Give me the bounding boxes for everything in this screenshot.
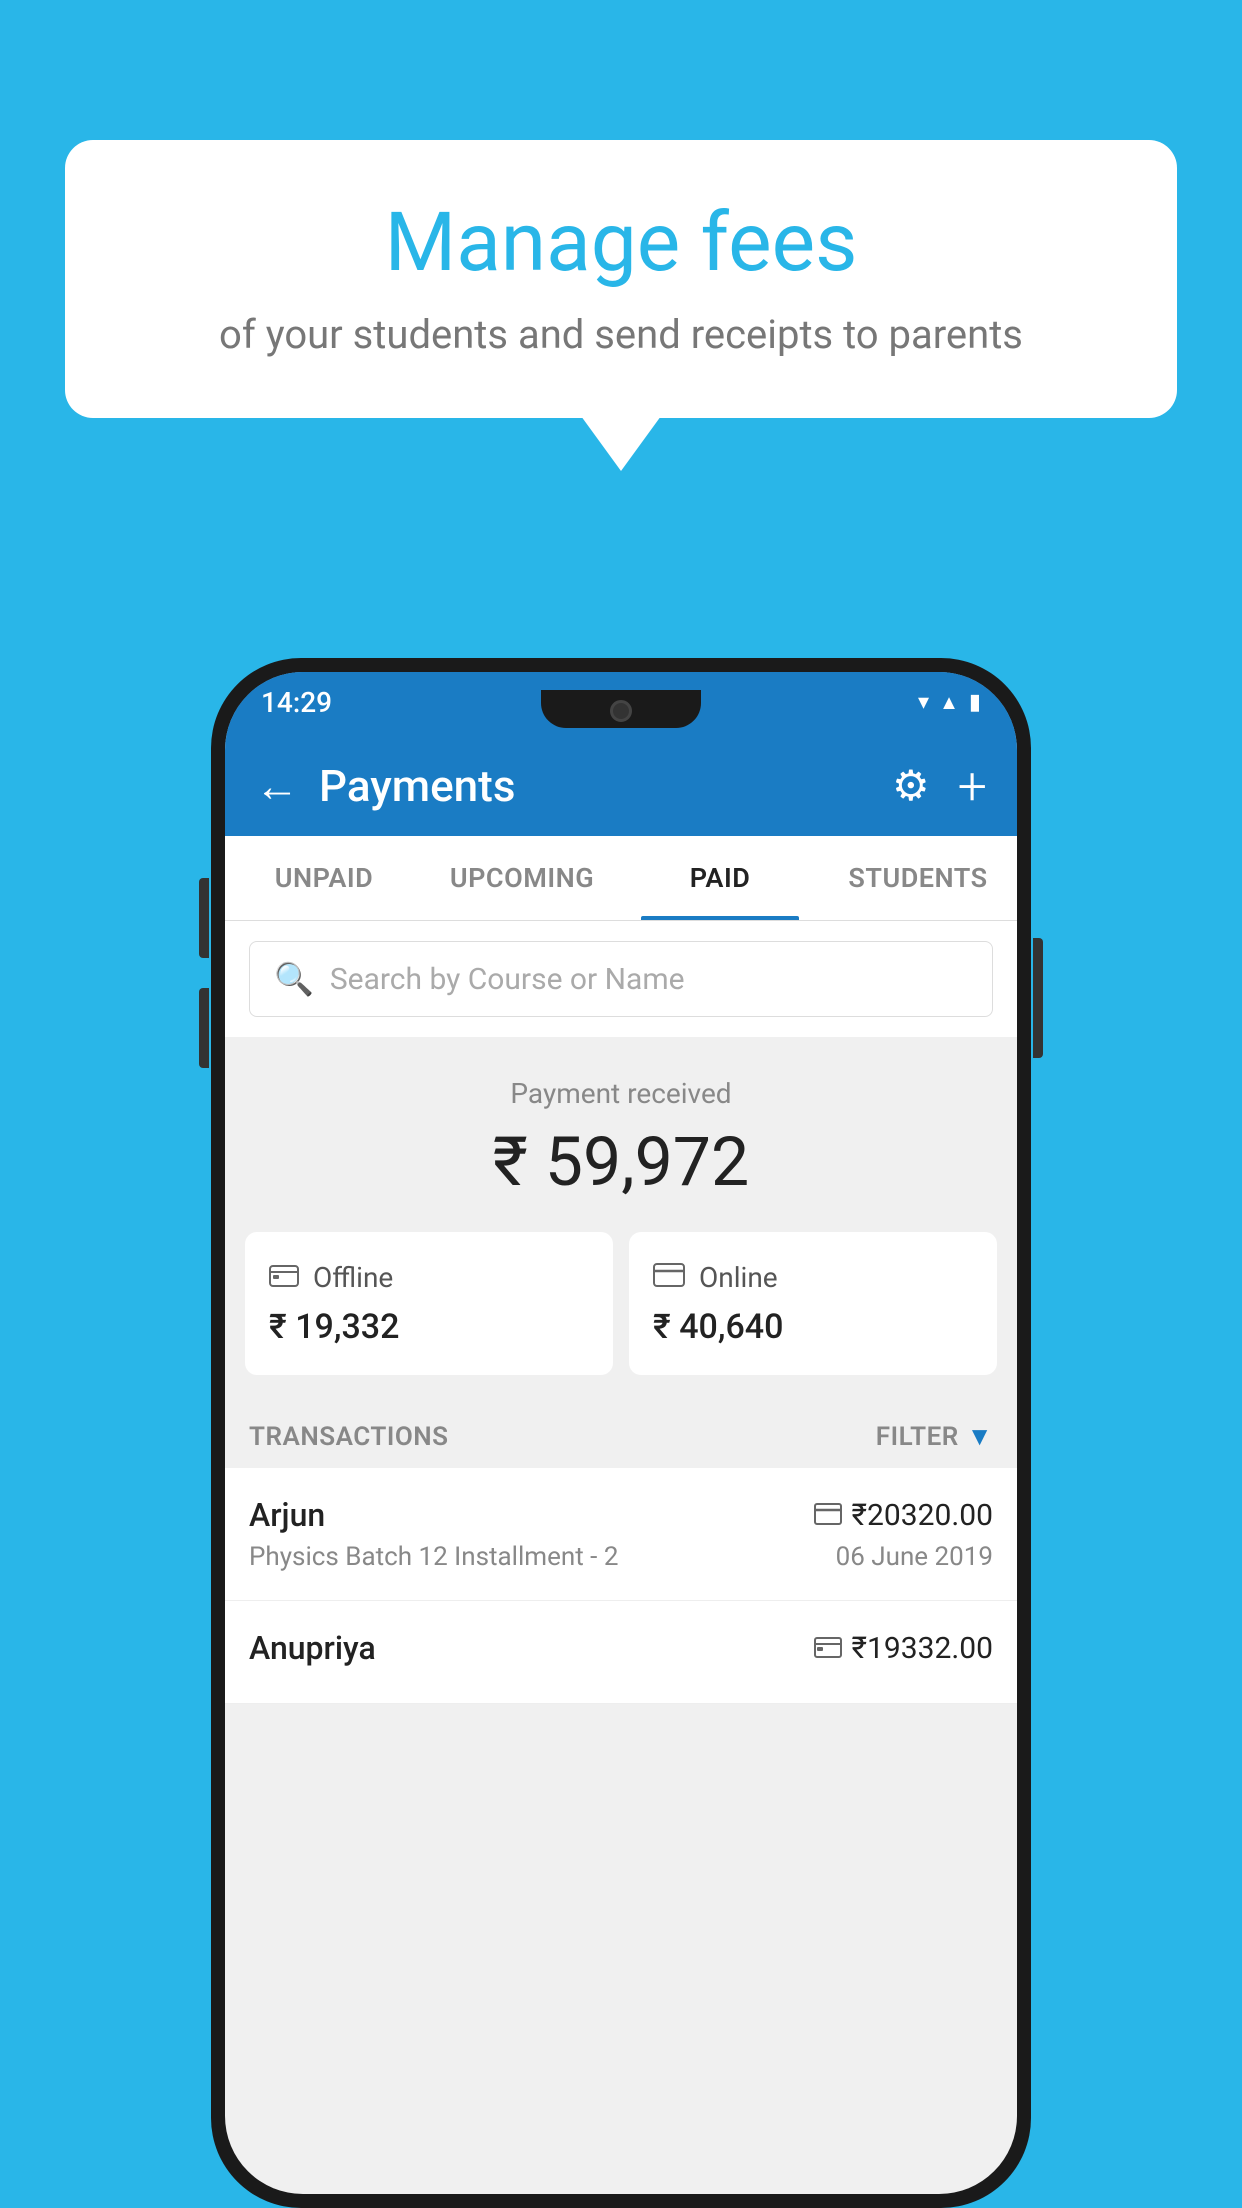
phone-screen: 14:29 ▾ ▲ ▮ ← Payments [225,672,1017,2194]
phone-volume-down-button [199,988,209,1068]
payment-received-section: Payment received ₹ 59,972 [225,1037,1017,1232]
payment-received-amount: ₹ 59,972 [245,1122,997,1202]
offline-card-header: Offline [269,1260,589,1295]
search-container: 🔍 Search by Course or Name [225,921,1017,1037]
header-title: Payments [319,760,515,812]
cards-row: Offline ₹ 19,332 Online ₹ 40,640 [225,1232,1017,1405]
tabs-container: UNPAID UPCOMING PAID STUDENTS [225,836,1017,921]
transaction-amount-row-1: ₹20320.00 [814,1498,993,1533]
search-input[interactable]: Search by Course or Name [330,962,685,997]
offline-icon [269,1260,299,1295]
offline-label: Offline [313,1261,393,1294]
transaction-row[interactable]: Arjun ₹20320.00 Physics Batch 12 Install… [225,1468,1017,1601]
transaction-name-1: Arjun [249,1496,325,1534]
wifi-icon: ▾ [918,690,929,715]
filter-label: FILTER [876,1422,959,1452]
transaction-bottom-1: Physics Batch 12 Installment - 2 06 June… [249,1542,993,1572]
transaction-name-2: Anupriya [249,1629,376,1667]
phone-power-button [1033,938,1043,1058]
speech-bubble-subtitle: of your students and send receipts to pa… [125,311,1117,358]
signal-icon: ▲ [939,690,959,715]
tab-paid[interactable]: PAID [621,836,819,920]
transaction-top-1: Arjun ₹20320.00 [249,1496,993,1534]
speech-bubble-arrow [581,416,661,471]
online-amount: ₹ 40,640 [653,1307,973,1347]
transactions-header: TRANSACTIONS FILTER ▼ [225,1405,1017,1468]
filter-button[interactable]: FILTER ▼ [876,1421,993,1452]
transaction-card-icon-1 [814,1499,842,1532]
online-icon [653,1260,685,1295]
transactions-label: TRANSACTIONS [249,1422,449,1452]
speech-bubble-title: Manage fees [125,195,1117,291]
header-left: ← Payments [255,760,515,812]
online-card: Online ₹ 40,640 [629,1232,997,1375]
tab-unpaid[interactable]: UNPAID [225,836,423,920]
phone-volume-up-button [199,878,209,958]
phone-camera [610,700,632,722]
transaction-amount-1: ₹20320.00 [852,1498,993,1533]
header-right: ⚙ + [892,756,987,817]
search-icon: 🔍 [274,960,314,998]
offline-amount: ₹ 19,332 [269,1307,589,1347]
online-card-header: Online [653,1260,973,1295]
tab-upcoming[interactable]: UPCOMING [423,836,621,920]
transaction-amount-2: ₹19332.00 [852,1631,993,1666]
add-icon[interactable]: + [958,756,987,817]
status-time: 14:29 [261,686,332,719]
offline-card: Offline ₹ 19,332 [245,1232,613,1375]
payment-received-label: Payment received [245,1077,997,1110]
speech-bubble: Manage fees of your students and send re… [65,140,1177,418]
transaction-course-1: Physics Batch 12 Installment - 2 [249,1542,618,1572]
tab-students[interactable]: STUDENTS [819,836,1017,920]
search-box[interactable]: 🔍 Search by Course or Name [249,941,993,1017]
online-label: Online [699,1261,778,1294]
settings-icon[interactable]: ⚙ [892,761,930,811]
filter-icon: ▼ [967,1421,993,1452]
transaction-date-1: 06 June 2019 [836,1542,993,1572]
phone-notch [541,690,701,728]
transaction-top-2: Anupriya ₹19332.00 [249,1629,993,1667]
battery-icon: ▮ [969,690,981,715]
back-button[interactable]: ← [255,760,299,812]
transaction-amount-row-2: ₹19332.00 [814,1631,993,1666]
speech-bubble-container: Manage fees of your students and send re… [65,140,1177,471]
transaction-cash-icon-2 [814,1632,842,1665]
transaction-row-2[interactable]: Anupriya ₹19332.00 [225,1601,1017,1704]
phone-container: 14:29 ▾ ▲ ▮ ← Payments [211,658,1031,2208]
status-icons: ▾ ▲ ▮ [918,690,981,715]
app-header: ← Payments ⚙ + [225,736,1017,836]
